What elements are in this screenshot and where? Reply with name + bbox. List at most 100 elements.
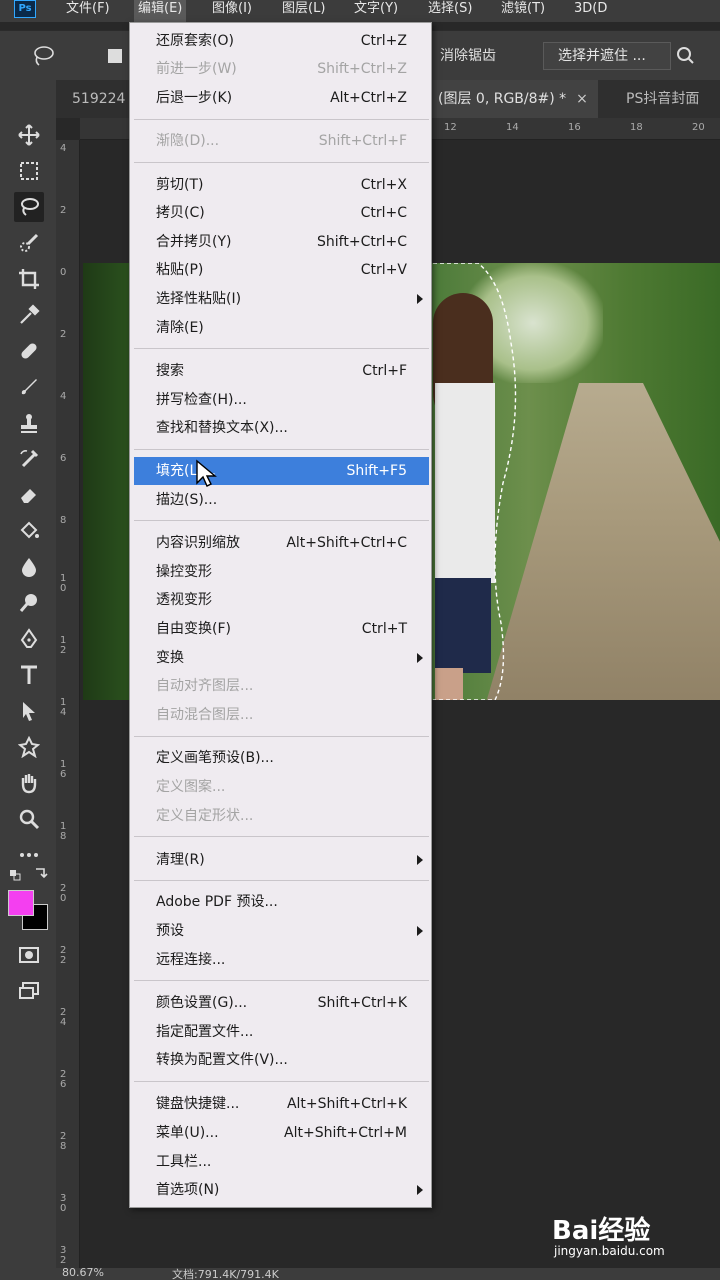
new-selection-icon[interactable] (108, 49, 122, 63)
menu-layer[interactable]: 图层(L) (278, 0, 329, 22)
search-icon[interactable] (676, 46, 694, 64)
menu-item-pdf-presets[interactable]: Adobe PDF 预设... (134, 888, 429, 916)
ruler-tick: 20 (692, 122, 705, 133)
menu-item-purge[interactable]: 清理(R) (134, 846, 429, 874)
menu-separator (134, 520, 429, 521)
menu-filter[interactable]: 滤镜(T) (497, 0, 549, 22)
menu-item-auto-blend: 自动混合图层... (156, 707, 254, 723)
menu-type[interactable]: 文字(Y) (350, 0, 402, 22)
type-tool[interactable] (14, 660, 44, 690)
menu-item-clear[interactable]: 清除(E) (134, 314, 429, 342)
lasso-icon (21, 198, 39, 216)
menu-bar: Ps 文件(F) 编辑(E) 图像(I) 图层(L) 文字(Y) 选择(S) 滤… (0, 0, 720, 22)
ruler-tick: 12 (444, 122, 457, 133)
ruler-tick: 10 (60, 573, 67, 594)
menu-item-toolbar[interactable]: 工具栏... (134, 1148, 429, 1176)
menu-item-copy[interactable]: 拷贝(C) Ctrl+C (134, 199, 429, 227)
brush-tool[interactable] (14, 372, 44, 402)
menu-separator (134, 449, 429, 450)
menu-item-remote-connections[interactable]: 远程连接... (134, 946, 429, 974)
tab-document-1[interactable]: 519224 (62, 80, 135, 118)
menu-select[interactable]: 选择(S) (424, 0, 476, 22)
paint-bucket-tool[interactable] (14, 516, 44, 546)
submenu-arrow-icon (417, 653, 423, 663)
hand-tool[interactable] (14, 768, 44, 798)
document-size: 文档:791.4K/791.4K (172, 1268, 279, 1280)
pen-icon (20, 628, 38, 648)
zoom-icon (19, 809, 40, 830)
zoom-level[interactable]: 80.67% (62, 1266, 104, 1279)
quick-select-icon (20, 233, 39, 252)
custom-shape-icon (18, 736, 40, 758)
menu-item-menus[interactable]: 菜单(U)... Alt+Shift+Ctrl+M (134, 1119, 429, 1147)
menu-item-presets[interactable]: 预设 (134, 917, 429, 945)
screen-mode-button[interactable] (14, 976, 44, 1006)
stamp-tool[interactable] (14, 408, 44, 438)
blur-tool[interactable] (14, 552, 44, 582)
antialias-checkbox[interactable]: 消除锯齿 (440, 45, 496, 65)
close-icon[interactable]: × (576, 91, 588, 107)
crop-tool[interactable] (14, 264, 44, 294)
menu-item-fill[interactable]: 填充(L)... Shift+F5 (134, 457, 429, 485)
marquee-tool[interactable] (14, 156, 44, 186)
pen-tool[interactable] (14, 624, 44, 654)
select-and-mask-button[interactable]: 选择并遮住 ... (543, 42, 671, 70)
menu-item-keyboard-shortcuts[interactable]: 键盘快捷键... Alt+Shift+Ctrl+K (134, 1090, 429, 1118)
zoom-tool[interactable] (14, 804, 44, 834)
tab-document-3[interactable]: PS抖音封面 (616, 80, 709, 118)
menu-item-stroke[interactable]: 描边(S)... (134, 486, 429, 514)
menu-item-cut[interactable]: 剪切(T) Ctrl+X (134, 171, 429, 199)
menu-item-perspective-warp[interactable]: 透视变形 (134, 586, 429, 614)
eraser-tool[interactable] (14, 480, 44, 510)
healing-brush-tool[interactable] (14, 336, 44, 366)
quick-mask-button[interactable] (14, 940, 44, 970)
menu-item-step-backward[interactable]: 后退一步(K) Alt+Ctrl+Z (134, 84, 429, 112)
menu-item-define-shape: 定义自定形状... (156, 808, 254, 824)
dodge-tool[interactable] (14, 588, 44, 618)
menu-item-fade: 渐隐(D)... Shift+Ctrl+F (156, 133, 407, 149)
menu-item-spell-check[interactable]: 拼写检查(H)... (134, 386, 429, 414)
menu-item-preferences[interactable]: 首选项(N) (134, 1176, 429, 1204)
ellipsis-icon (20, 853, 38, 857)
menu-item-assign-profile[interactable]: 指定配置文件... (134, 1018, 429, 1046)
shape-tool[interactable] (14, 732, 44, 762)
menu-item-auto-align: 自动对齐图层... (156, 678, 254, 694)
swap-colors-icon[interactable] (8, 866, 48, 882)
tab-document-2[interactable]: (图层 0, RGB/8#) * × (428, 80, 598, 118)
menu-item-define-brush[interactable]: 定义画笔预设(B)... (134, 744, 429, 772)
menu-edit[interactable]: 编辑(E) (134, 0, 187, 22)
bandage-icon (21, 343, 37, 359)
arrow-icon (23, 702, 35, 721)
menu-item-copy-merged[interactable]: 合并拷贝(Y) Shift+Ctrl+C (134, 228, 429, 256)
menu-item-paste[interactable]: 粘贴(P) Ctrl+V (134, 256, 429, 284)
menu-item-content-aware-scale[interactable]: 内容识别缩放 Alt+Shift+Ctrl+C (134, 529, 429, 557)
ruler-tick: 8 (60, 515, 67, 526)
foreground-color-swatch[interactable] (8, 890, 34, 916)
quick-select-tool[interactable] (14, 228, 44, 258)
eyedropper-tool[interactable] (14, 300, 44, 330)
menu-image[interactable]: 图像(I) (208, 0, 256, 22)
menu-item-paste-special[interactable]: 选择性粘贴(I) (134, 285, 429, 313)
history-brush-icon (20, 449, 39, 468)
menu-item-color-settings[interactable]: 颜色设置(G)... Shift+Ctrl+K (134, 989, 429, 1017)
path-select-tool[interactable] (14, 696, 44, 726)
menu-item-transform[interactable]: 变换 (134, 644, 429, 672)
lasso-icon[interactable] (30, 45, 56, 67)
menu-item-search[interactable]: 搜索 Ctrl+F (134, 357, 429, 385)
menu-item-undo-lasso[interactable]: 还原套索(O) Ctrl+Z (134, 27, 429, 55)
menu-item-free-transform[interactable]: 自由变换(F) Ctrl+T (134, 615, 429, 643)
move-tool[interactable] (14, 120, 44, 150)
history-brush-tool[interactable] (14, 444, 44, 474)
photoshop-logo-icon: Ps (14, 0, 36, 18)
menu-item-puppet-warp[interactable]: 操控变形 (134, 558, 429, 586)
watermark-url: jingyan.baidu.com (554, 1244, 665, 1258)
menu-separator (134, 836, 429, 837)
ruler-tick: 14 (506, 122, 519, 133)
menu-item-find-replace[interactable]: 查找和替换文本(X)... (134, 414, 429, 442)
menu-file[interactable]: 文件(F) (62, 0, 114, 22)
menu-item-convert-profile[interactable]: 转换为配置文件(V)... (134, 1046, 429, 1074)
submenu-arrow-icon (417, 855, 423, 865)
menu-3d[interactable]: 3D(D (570, 0, 611, 22)
lasso-tool[interactable] (14, 192, 44, 222)
submenu-arrow-icon (417, 1185, 423, 1195)
